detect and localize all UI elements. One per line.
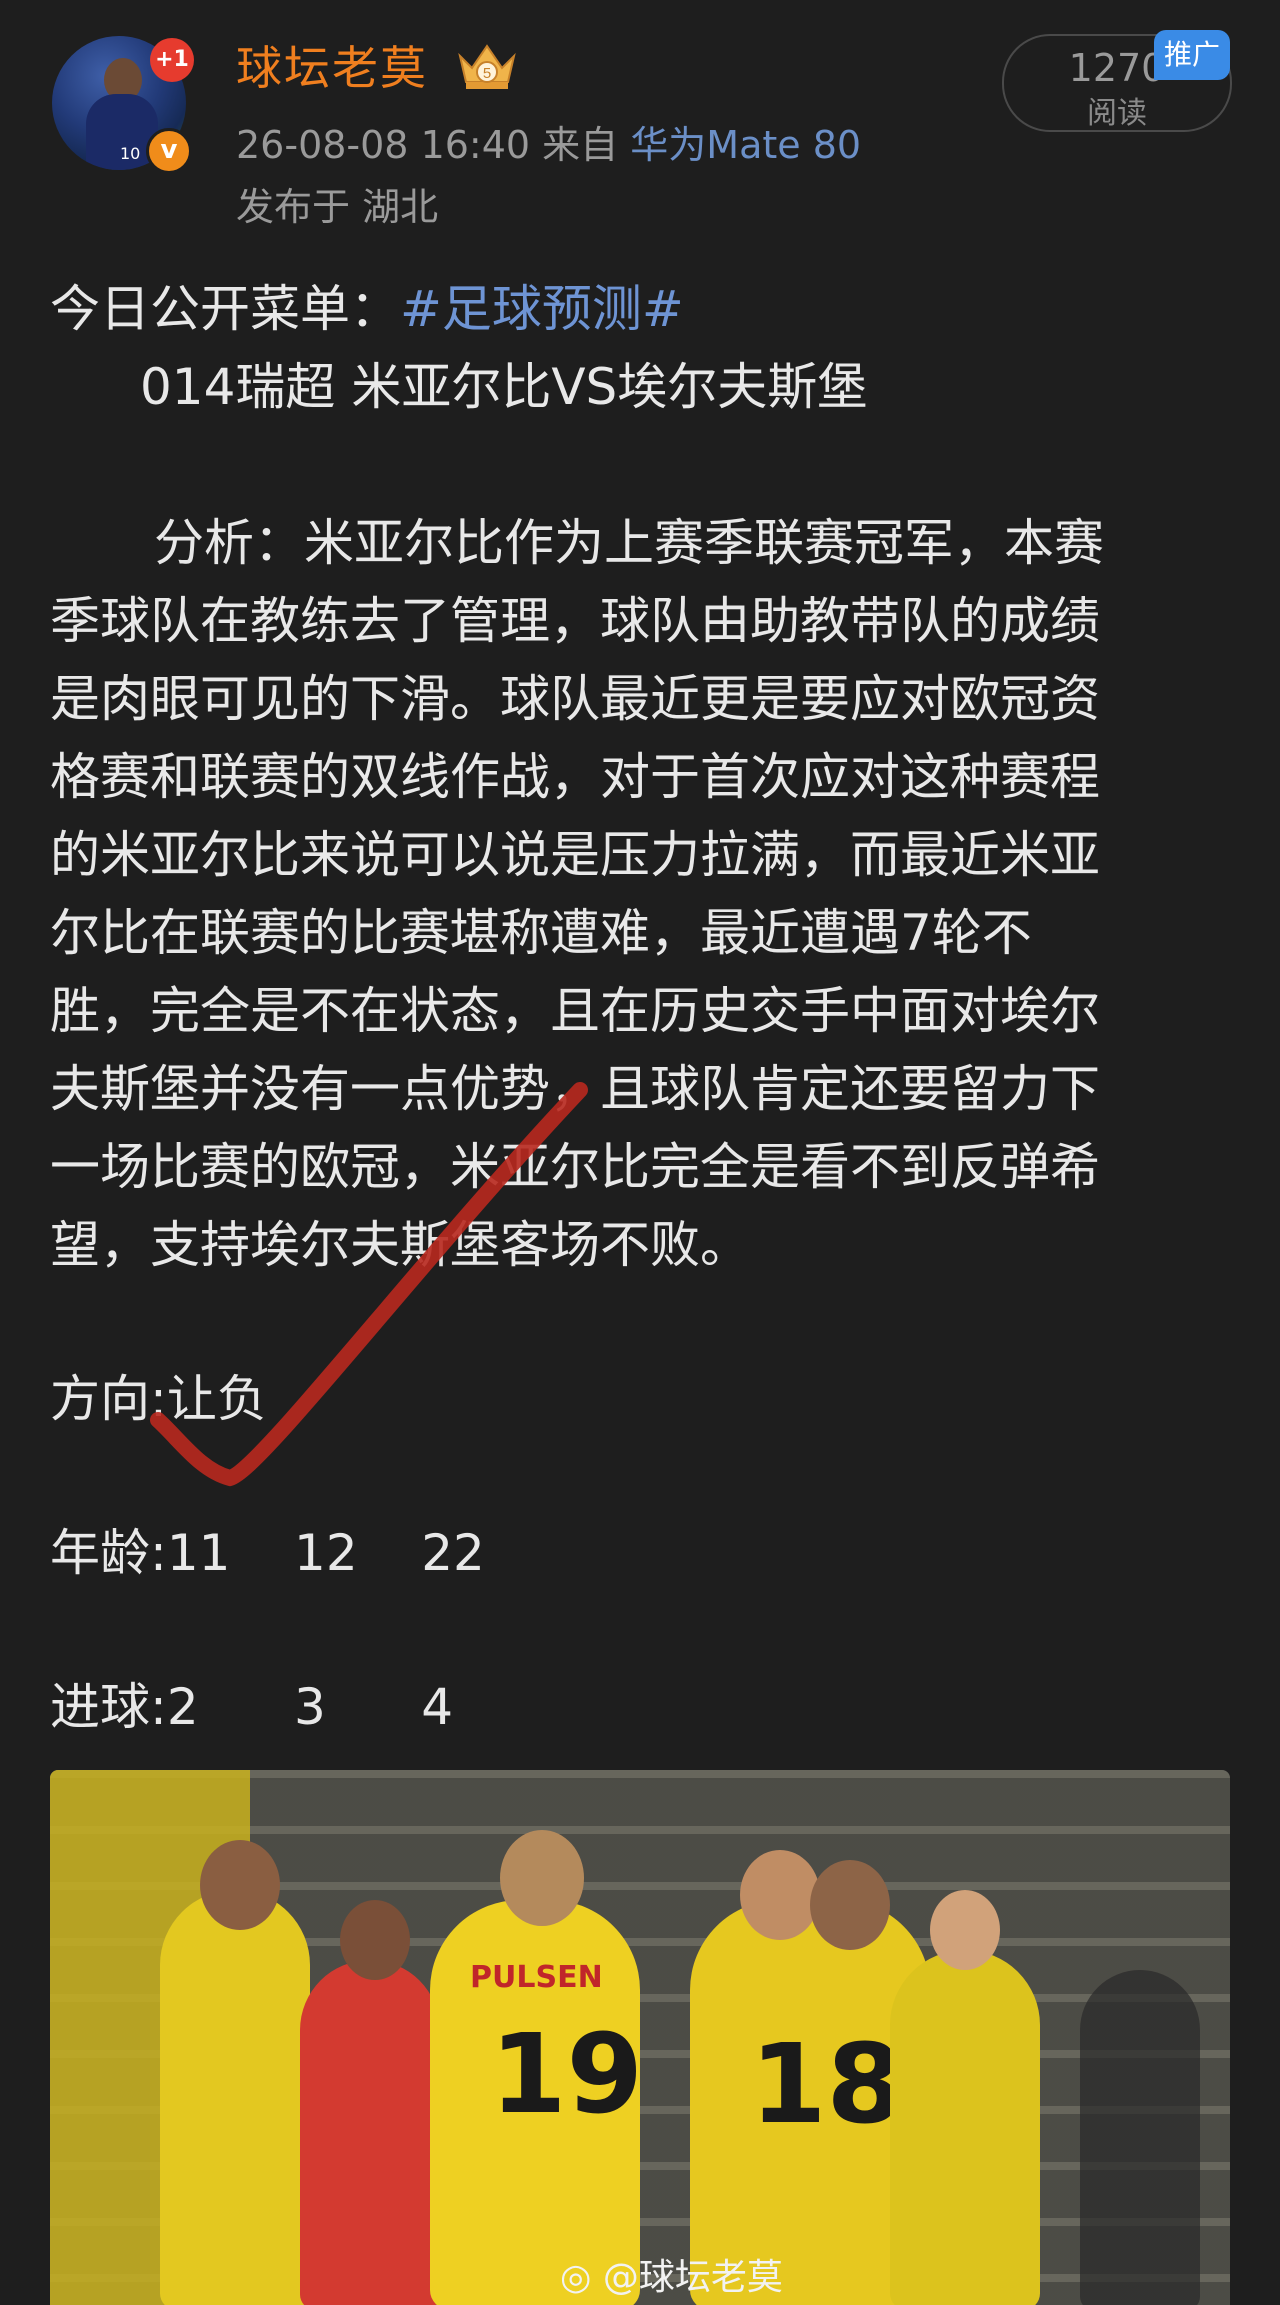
post-header: 10 +1 v 球坛老莫 5 26-08-08 16:40 来自 华为Mate … bbox=[0, 0, 1280, 250]
opponent-figure bbox=[300, 1960, 440, 2305]
analysis-paragraph: 分析：米亚尔比作为上赛季联赛冠军，本赛 季球队在教练去了管理，球队由助教带队的成… bbox=[50, 504, 1230, 1284]
notification-badge: +1 bbox=[150, 38, 194, 82]
jersey-number-18: 18 bbox=[750, 2020, 904, 2148]
direction-line: 方向:让负 bbox=[50, 1370, 267, 1428]
jersey-number-19: 19 bbox=[490, 2010, 644, 2138]
menu-line: 今日公开菜单：#足球预测# bbox=[50, 270, 1230, 348]
analysis-line: 夫斯堡并没有一点优势，且球队肯定还要留力下 bbox=[50, 1060, 1100, 1118]
crown-level-icon: 5 bbox=[458, 44, 516, 89]
player-19-head bbox=[500, 1830, 584, 1926]
player-right-head bbox=[930, 1890, 1000, 1970]
analysis-line: 望，支持埃尔夫斯堡客场不败。 bbox=[50, 1216, 750, 1274]
analysis-line: 分析：米亚尔比作为上赛季联赛冠军，本赛 bbox=[154, 514, 1104, 572]
age-line: 年龄:11 12 22 bbox=[50, 1524, 485, 1582]
username[interactable]: 球坛老莫 bbox=[236, 32, 428, 98]
svg-text:5: 5 bbox=[483, 65, 491, 82]
location: 发布于 湖北 bbox=[236, 185, 439, 229]
menu-prefix: 今日公开菜单： bbox=[50, 280, 400, 338]
analysis-line: 一场比赛的欧冠，米亚尔比完全是看不到反弹希 bbox=[50, 1138, 1100, 1196]
analysis-line: 季球队在教练去了管理，球队由助教带队的成绩 bbox=[50, 592, 1100, 650]
player-18-head bbox=[740, 1850, 820, 1940]
bystander-figure bbox=[1080, 1970, 1200, 2305]
analysis-line: 的米亚尔比来说可以说是压力拉满，而最近米亚 bbox=[50, 826, 1100, 884]
avatar-jersey-number: 10 bbox=[120, 144, 141, 163]
image-watermark: ◎ @球坛老莫 bbox=[560, 2248, 783, 2300]
post-body: 今日公开菜单：#足球预测# 014瑞超 米亚尔比VS埃尔夫斯堡 分析：米亚尔比作… bbox=[50, 270, 1230, 1746]
goals-line: 进球:2 3 4 bbox=[50, 1678, 454, 1736]
read-label: 阅读 bbox=[1087, 96, 1147, 131]
analysis-line: 尔比在联赛的比赛堪称遭难，最近遭遇7轮不 bbox=[50, 904, 1032, 962]
hashtag-link[interactable]: #足球预测# bbox=[400, 280, 684, 338]
post-meta: 26-08-08 16:40 来自 华为Mate 80 bbox=[236, 114, 861, 169]
player-hug-head bbox=[810, 1860, 890, 1950]
verified-icon: v bbox=[146, 128, 192, 174]
timestamp: 26-08-08 16:40 bbox=[236, 123, 531, 167]
watermark-text: @球坛老莫 bbox=[602, 2257, 783, 2298]
post-image[interactable]: PULSEN 19 18 bbox=[50, 1770, 1230, 2305]
match-title: 014瑞超 米亚尔比VS埃尔夫斯堡 bbox=[140, 358, 868, 416]
source-prefix: 来自 bbox=[542, 123, 619, 167]
weibo-icon: ◎ bbox=[560, 2257, 592, 2298]
analysis-line: 格赛和联赛的双线作战，对于首次应对这种赛程 bbox=[50, 748, 1100, 806]
opponent-head bbox=[340, 1900, 410, 1980]
player-figure bbox=[160, 1890, 310, 2305]
player-head bbox=[200, 1840, 280, 1930]
promo-badge[interactable]: 推广 bbox=[1154, 30, 1230, 80]
player-right-figure bbox=[890, 1950, 1040, 2305]
jersey-sponsor: PULSEN bbox=[470, 1960, 603, 1995]
analysis-line: 胜，完全是不在状态，且在历史交手中面对埃尔 bbox=[50, 982, 1100, 1040]
analysis-line: 是肉眼可见的下滑。球队最近更是要应对欧冠资 bbox=[50, 670, 1100, 728]
device-link[interactable]: 华为Mate 80 bbox=[630, 123, 861, 167]
